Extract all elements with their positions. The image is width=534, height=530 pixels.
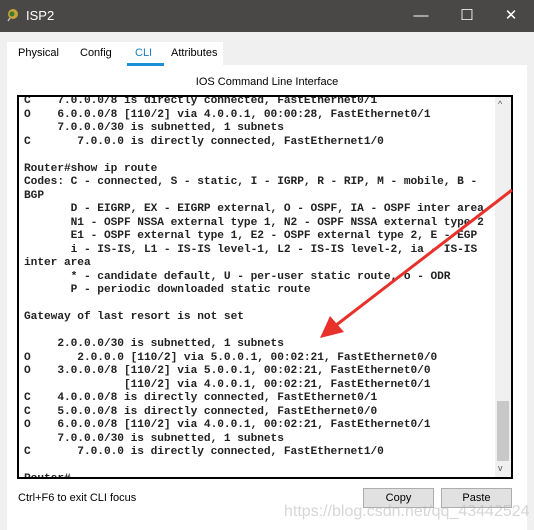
annotation-arrow-icon [320,188,513,338]
